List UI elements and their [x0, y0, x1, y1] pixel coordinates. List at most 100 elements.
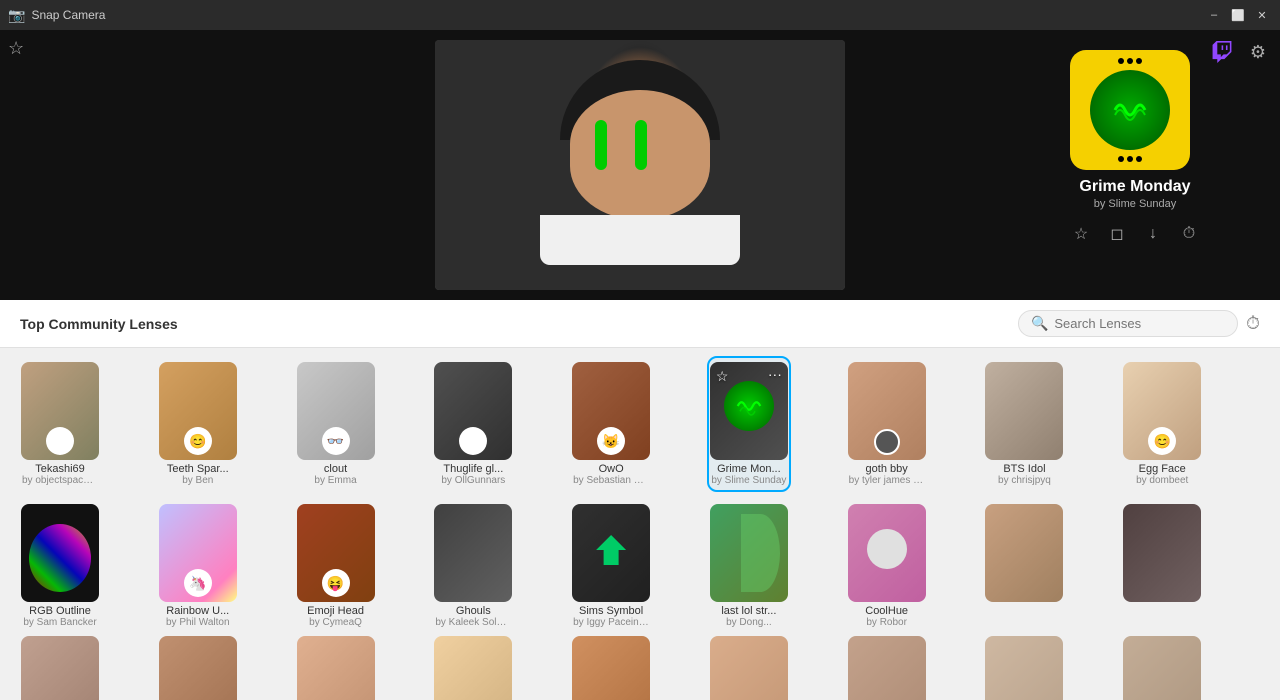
lens-card[interactable]: RGB Outlineby Sam Bancker [20, 500, 100, 632]
lens-card[interactable] [709, 632, 789, 700]
snapcode-dots-bottom [1118, 156, 1142, 162]
lens-author-label: by objectspace ... [22, 475, 98, 486]
lens-card[interactable]: ☆···Grime Mon...by Slime Sunday [709, 358, 789, 490]
lens-card[interactable]: last lol str...by Dong... [709, 500, 789, 632]
lens-author: by Slime Sunday [1070, 198, 1200, 210]
lens-name-label: Tekashi69 [22, 463, 98, 475]
lens-card[interactable] [158, 632, 238, 700]
lens-author-label: by Sam Bancker [22, 617, 98, 628]
rgb-effect [29, 524, 91, 593]
lens-grid-row2: RGB Outlineby Sam Bancker 🦄Rainbow U...by… [0, 500, 1280, 632]
lens-card[interactable]: 😊Teeth Spar...by Ben [158, 358, 238, 490]
snapcode-dots-top [1118, 58, 1142, 64]
lens-card[interactable]: 😝Emoji Headby CymeaQ [296, 500, 376, 632]
lens-card[interactable] [1122, 500, 1202, 632]
lenses-header: Top Community Lenses 🔍 ⏱ [0, 300, 1280, 348]
lens-name-label: last lol str... [711, 605, 787, 617]
lens-name-label: Egg Face [1124, 463, 1200, 475]
lens-card[interactable] [847, 632, 927, 700]
lens-card[interactable]: Sims Symbolby Iggy Paceins... [571, 500, 651, 632]
snapcode-inner [1090, 70, 1170, 150]
lens-name-label: CoolHue [849, 605, 925, 617]
close-button[interactable]: ✕ [1252, 5, 1272, 25]
lens-name-label: Teeth Spar... [160, 463, 236, 475]
lens-name: Grime Monday [1070, 178, 1200, 196]
lens-emoji-badge: 👓 [322, 427, 350, 455]
lens-card[interactable] [20, 632, 100, 700]
lens-card[interactable]: 👓 cloutby Emma [296, 358, 376, 490]
lens-favorite-button[interactable]: ☆ [1070, 220, 1092, 248]
lens-card[interactable] [571, 632, 651, 700]
history-button[interactable]: ⏱ [1246, 313, 1260, 334]
lens-author-label: by Slime Sunday [711, 475, 787, 486]
search-bar[interactable]: 🔍 [1018, 310, 1238, 337]
lens-author-label: by CymeaQ [298, 617, 374, 628]
lens-grid: 69 Tekashi69by objectspace ... 😊 Teeth Spar… [0, 348, 1280, 500]
lens-author-label: by Phil Walton [160, 617, 236, 628]
grime-monday-icon [724, 381, 774, 431]
lens-name-label: Thuglife gl... [435, 463, 511, 475]
lens-author-label: by chrisjpyq [986, 475, 1062, 486]
lens-info-panel: Grime Monday by Slime Sunday ☆ ◻ ↓ ⏱ [1070, 50, 1200, 248]
title-bar-title: Snap Camera [31, 8, 105, 22]
lens-card[interactable] [433, 632, 513, 700]
lens-card[interactable]: CoolHueby Robor [847, 500, 927, 632]
lens-name-label: Rainbow U... [160, 605, 236, 617]
top-right-controls: ⚙ [1208, 38, 1272, 66]
lens-emoji-badge: 😝 [322, 569, 350, 597]
favorite-star-icon[interactable]: ☆ [8, 38, 24, 59]
lens-share-button[interactable]: ◻ [1106, 220, 1128, 248]
twitch-button[interactable] [1208, 38, 1236, 66]
coolhue-circle [867, 529, 907, 569]
lens-author-label: by OllGunnars [435, 475, 511, 486]
lens-emoji-badge: 😊 [184, 427, 212, 455]
lens-name-label: Sims Symbol [573, 605, 649, 617]
lens-emoji-badge: 🕶 [459, 427, 487, 455]
search-icon: 🔍 [1031, 315, 1048, 332]
lens-grid-row3: filehorse.com [0, 632, 1280, 700]
search-input[interactable] [1054, 316, 1214, 331]
settings-button[interactable]: ⚙ [1244, 38, 1272, 66]
lens-card[interactable]: 🦄Rainbow U...by Phil Walton [158, 500, 238, 632]
lens-card[interactable] [984, 500, 1064, 632]
camera-person [435, 40, 845, 290]
lens-card[interactable]: goth bbyby tyler james 🦋 [847, 358, 927, 490]
lens-author-label: by Sebastian H... [573, 475, 649, 486]
lens-card[interactable] [296, 632, 376, 700]
lens-card-more-icon[interactable]: ··· [768, 366, 782, 382]
lens-author-label: by dombeet [1124, 475, 1200, 486]
lens-card[interactable]: 😺OwOby Sebastian H... [571, 358, 651, 490]
lens-author-label: by Emma [298, 475, 374, 486]
lens-name-label: Ghouls [435, 605, 511, 617]
lens-author-label: by Dong... [711, 617, 787, 628]
title-bar-controls: – ⬜ ✕ [1204, 5, 1272, 25]
lens-timer-button[interactable]: ⏱ [1178, 220, 1200, 248]
lens-name-label: Grime Mon... [711, 463, 787, 475]
lens-card[interactable]: 🕶 Thuglife gl...by OllGunnars [433, 358, 513, 490]
sims-arrow-icon [596, 535, 626, 565]
lens-author-label: by Robor [849, 617, 925, 628]
lens-actions: ☆ ◻ ↓ ⏱ [1070, 220, 1200, 248]
lens-card[interactable]: BTS Idolby chrisjpyq [984, 358, 1064, 490]
lens-card[interactable] [984, 632, 1064, 700]
lens-card[interactable]: Ghoulsby Kaleek Solut... [433, 500, 513, 632]
camera-feed [435, 40, 845, 290]
camera-area: ☆ ⚙ [0, 30, 1280, 300]
lens-card[interactable]: 😊Egg Faceby dombeet [1122, 358, 1202, 490]
lens-author-label: by Iggy Paceins... [573, 617, 649, 628]
lens-name-label: BTS Idol [986, 463, 1062, 475]
tropical-leaf [741, 514, 780, 592]
lens-card[interactable] [1122, 632, 1202, 700]
minimize-button[interactable]: – [1204, 5, 1224, 25]
lens-name-label: OwO [573, 463, 649, 475]
lens-emoji-badge: 69 [46, 427, 74, 455]
section-title: Top Community Lenses [20, 316, 178, 332]
lens-card[interactable]: 69 Tekashi69by objectspace ... [20, 358, 100, 490]
maximize-button[interactable]: ⬜ [1228, 5, 1248, 25]
lens-download-button[interactable]: ↓ [1142, 220, 1164, 248]
title-bar-left: 📷 Snap Camera [8, 7, 105, 24]
goth-avatar [874, 429, 900, 455]
bottom-panel: Top Community Lenses 🔍 ⏱ 69 Tekashi69by o… [0, 300, 1280, 700]
lens-author-label: by tyler james 🦋 [849, 475, 925, 486]
lens-name-label: clout [298, 463, 374, 475]
